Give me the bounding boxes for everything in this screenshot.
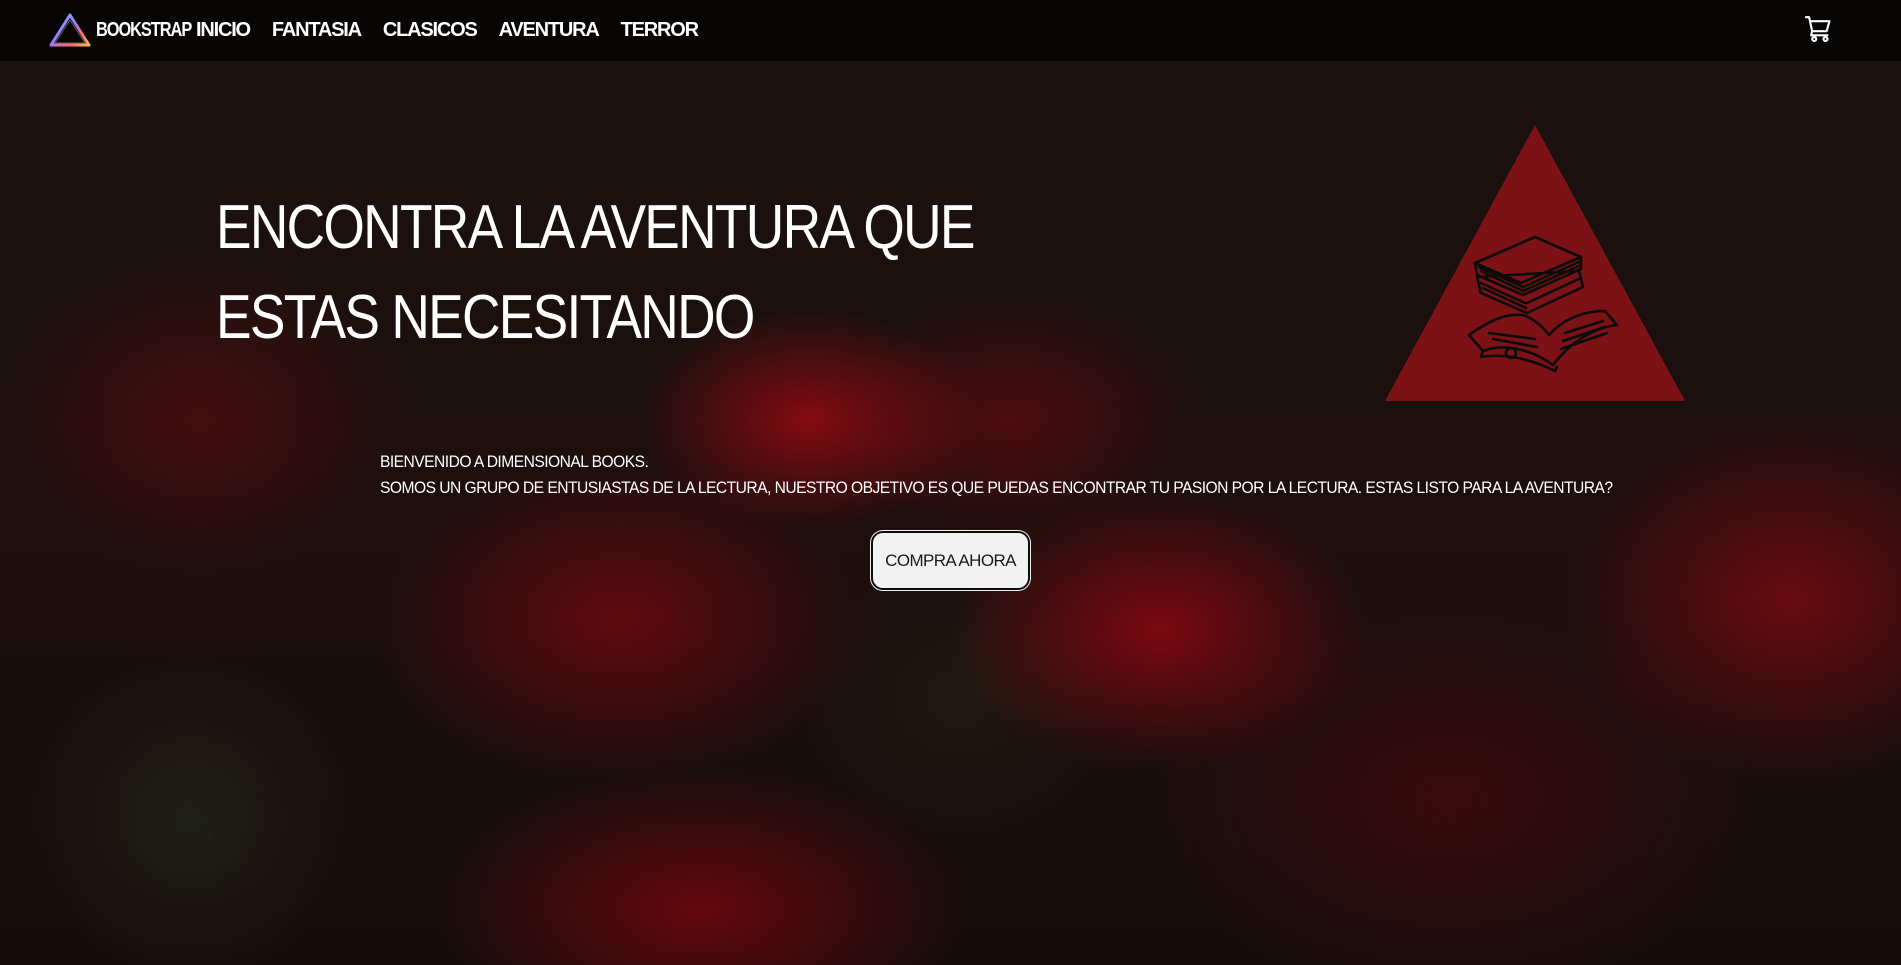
brand-label: BOOKSTRAP xyxy=(96,18,192,41)
nav-link-terror[interactable]: TERROR xyxy=(621,19,699,42)
brand-link[interactable]: BOOKSTRAP xyxy=(48,8,212,52)
nav-link-inicio[interactable]: INICIO xyxy=(196,19,251,42)
nav-link-clasicos[interactable]: CLASICOS xyxy=(383,19,478,42)
hero-title: ENCONTRA LA AVENTURA QUE ESTAS NECESITAN… xyxy=(216,193,975,352)
navbar: BOOKSTRAP INICIO FANTASIA CLASICOS AVENT… xyxy=(0,0,1901,61)
buy-now-button[interactable]: COMPRA AHORA xyxy=(871,531,1030,590)
intro-text: BIENVENIDO A DIMENSIONAL BOOKS. SOMOS UN… xyxy=(380,449,1613,501)
books-triangle-icon xyxy=(1385,125,1685,401)
intro-mission: SOMOS UN GRUPO DE ENTUSIASTAS DE LA LECT… xyxy=(380,478,1613,497)
nav-link-aventura[interactable]: AVENTURA xyxy=(499,19,600,42)
prism-logo-icon xyxy=(49,13,91,47)
cart-icon xyxy=(1804,16,1831,43)
nav-links: INICIO FANTASIA CLASICOS AVENTURA TERROR xyxy=(196,0,720,61)
intro-welcome: BIENVENIDO A DIMENSIONAL BOOKS. xyxy=(380,452,649,471)
nav-link-fantasia[interactable]: FANTASIA xyxy=(272,19,362,42)
cart-button[interactable] xyxy=(1804,14,1834,44)
